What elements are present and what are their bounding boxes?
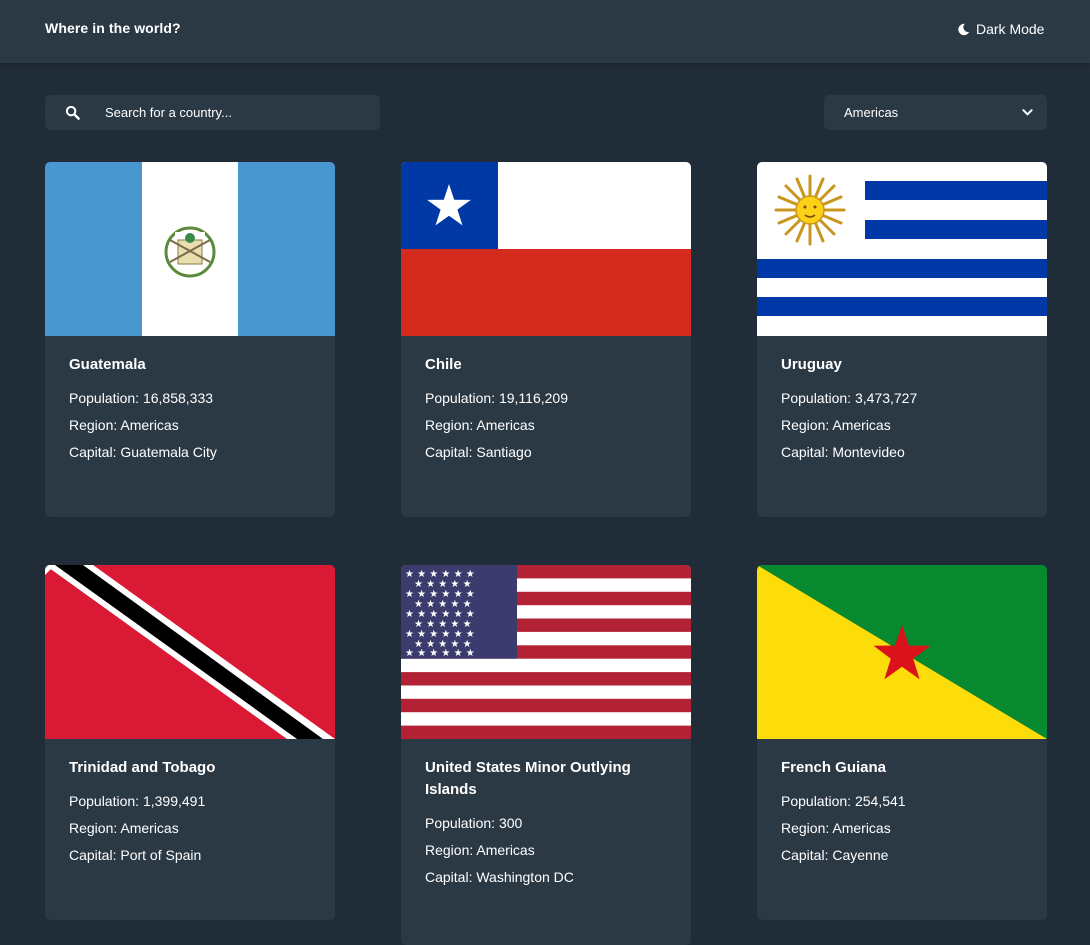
capital-value: Montevideo [832,444,905,460]
region-row: Region: Americas [781,820,1023,836]
country-name: Uruguay [781,356,842,373]
region-row: Region: Americas [425,417,667,433]
chevron-down-icon [1022,109,1033,116]
region-row: Region: Americas [781,417,1023,433]
dark-mode-label: Dark Mode [976,21,1045,37]
region-row: Region: Americas [69,820,311,836]
flag-uruguay [757,162,1047,336]
region-label: Region: [425,417,477,433]
capital-label: Capital: [781,847,833,863]
population-label: Population: [425,390,499,406]
region-value: Americas [832,417,891,433]
region-value: Americas [832,820,891,836]
flag-french-guiana [757,565,1047,739]
population-row: Population: 16,858,333 [69,390,311,406]
region-row: Region: Americas [69,417,311,433]
population-label: Population: [69,390,143,406]
country-card-french-guiana[interactable]: French Guiana Population: 254,541 Region… [757,565,1047,920]
country-name: French Guiana [781,759,887,776]
region-label: Region: [781,417,833,433]
capital-row: Capital: Santiago [425,444,667,460]
capital-value: Port of Spain [120,847,202,863]
dark-mode-toggle[interactable]: Dark Mode [957,20,1044,38]
country-card-trinidad-and-tobago[interactable]: Trinidad and Tobago Population: 1,399,49… [45,565,335,920]
population-value: 3,473,727 [854,390,918,406]
region-row: Region: Americas [425,842,667,858]
population-label: Population: [425,815,499,831]
svg-text:★ ★ ★ ★ ★ ★: ★ ★ ★ ★ ★ ★ [405,648,475,659]
region-value: Americas [476,417,535,433]
capital-value: Cayenne [832,847,889,863]
country-card-guatemala[interactable]: Guatemala Population: 16,858,333 Region:… [45,162,335,517]
population-label: Population: [69,793,143,809]
country-card-us-minor-outlying-islands[interactable]: ★ ★ ★ ★ ★ ★ ★ ★ ★ ★ ★ ★ ★ ★ ★ ★ ★ ★ ★ ★ … [401,565,691,945]
flag-chile [401,162,691,336]
country-card-chile[interactable]: Chile Population: 19,116,209 Region: Ame… [401,162,691,517]
flag-guatemala [45,162,335,336]
region-filter-value: Americas [844,105,899,120]
capital-value: Washington DC [476,869,574,885]
capital-label: Capital: [69,847,121,863]
region-value: Americas [476,842,535,858]
population-value: 19,116,209 [498,390,568,406]
country-name: Chile [425,356,462,373]
population-value: 300 [498,815,523,831]
capital-row: Capital: Cayenne [781,847,1023,863]
population-row: Population: 19,116,209 [425,390,667,406]
population-row: Population: 254,541 [781,793,1023,809]
population-row: Population: 300 [425,815,667,831]
search-icon [65,105,80,120]
capital-value: Santiago [476,444,532,460]
top-header: Where in the world? Dark Mode [0,0,1090,63]
capital-value: Guatemala City [120,444,217,460]
capital-label: Capital: [425,444,477,460]
flag-united-states: ★ ★ ★ ★ ★ ★ ★ ★ ★ ★ ★ ★ ★ ★ ★ ★ ★ ★ ★ ★ … [401,565,691,739]
region-label: Region: [781,820,833,836]
country-name: United States Minor Outlying Islands [425,759,631,798]
flag-trinidad-and-tobago [45,565,335,739]
country-card-uruguay[interactable]: Uruguay Population: 3,473,727 Region: Am… [757,162,1047,517]
population-row: Population: 3,473,727 [781,390,1023,406]
region-value: Americas [120,820,179,836]
region-filter-select[interactable]: Americas [824,95,1047,130]
search-input[interactable] [105,95,365,130]
region-label: Region: [69,417,121,433]
population-value: 254,541 [854,793,906,809]
region-label: Region: [69,820,121,836]
capital-label: Capital: [425,869,477,885]
capital-row: Capital: Guatemala City [69,444,311,460]
population-row: Population: 1,399,491 [69,793,311,809]
capital-label: Capital: [69,444,121,460]
region-label: Region: [425,842,477,858]
population-value: 1,399,491 [142,793,206,809]
capital-label: Capital: [781,444,833,460]
population-label: Population: [781,793,855,809]
capital-row: Capital: Port of Spain [69,847,311,863]
population-value: 16,858,333 [142,390,214,406]
capital-row: Capital: Montevideo [781,444,1023,460]
region-value: Americas [120,417,179,433]
app-title: Where in the world? [45,20,181,36]
country-name: Guatemala [69,356,146,373]
search-bar[interactable] [45,95,380,130]
capital-row: Capital: Washington DC [425,869,667,885]
country-name: Trinidad and Tobago [69,759,216,776]
moon-icon [958,23,970,35]
population-label: Population: [781,390,855,406]
